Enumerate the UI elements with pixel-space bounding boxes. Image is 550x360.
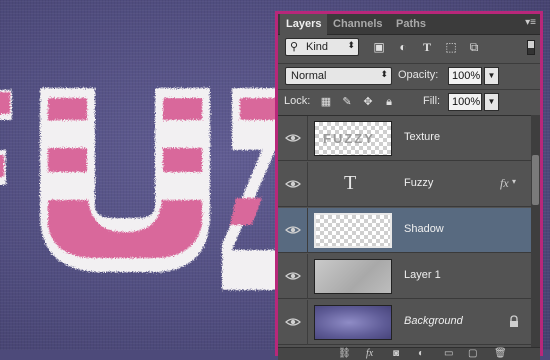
thumbnail-text: FUZZY	[323, 131, 375, 146]
mask-icon[interactable]: ◙	[393, 349, 399, 359]
lock-transparent-icon[interactable]: ▦	[320, 96, 332, 108]
layer-thumbnail[interactable]	[314, 259, 392, 294]
layer-row-fuzzy[interactable]: T Fuzzy fx ▾	[278, 162, 531, 207]
tab-channels[interactable]: Channels	[327, 14, 389, 34]
smart-object-filter-icon[interactable]: ⧉	[467, 41, 481, 54]
filter-kind-label: Kind	[306, 41, 329, 53]
layer-row-shadow[interactable]: Shadow	[278, 208, 531, 253]
panel-tab-bar: Layers Channels Paths ▾≡	[278, 14, 540, 35]
lock-row: Lock: ▦ ✎ ✥ 🔒︎ Fill: 100% ▼	[278, 89, 540, 114]
fill-dropdown-button[interactable]: ▼	[484, 93, 499, 111]
fill-input[interactable]: 100%	[448, 93, 482, 111]
layer-name[interactable]: Shadow	[404, 223, 444, 235]
divider	[307, 208, 308, 253]
layer-filter-row: ⚲ Kind ⬍ ▣ ◐ T ⬚ ⧉	[278, 35, 540, 61]
chevron-updown-icon: ⬍	[347, 40, 355, 50]
panel-menu-icon[interactable]: ▾≡	[525, 17, 536, 28]
adjustment-icon[interactable]: ◐	[418, 349, 424, 359]
layer-list-scrollbar[interactable]	[531, 115, 540, 347]
opacity-input[interactable]: 100%	[448, 67, 482, 85]
shape-filter-icon[interactable]: ⬚	[444, 41, 458, 54]
lock-icon[interactable]	[508, 315, 520, 328]
filter-toggle-switch[interactable]	[527, 40, 535, 55]
lock-image-icon[interactable]: ✎	[341, 96, 353, 108]
type-filter-icon[interactable]: T	[420, 41, 434, 54]
divider	[307, 116, 308, 161]
visibility-eye-icon[interactable]	[285, 222, 301, 238]
scrollbar-thumb[interactable]	[532, 155, 539, 205]
chevron-down-icon[interactable]: ▾	[512, 177, 516, 186]
lock-all-icon[interactable]: 🔒︎	[383, 96, 395, 108]
new-layer-icon[interactable]: ▢	[468, 349, 477, 359]
visibility-eye-icon[interactable]	[285, 130, 301, 146]
visibility-eye-icon[interactable]	[285, 268, 301, 284]
trash-icon[interactable]: 🗑︎	[494, 349, 507, 359]
divider	[307, 300, 308, 345]
fx-icon[interactable]: fx	[366, 349, 373, 359]
visibility-eye-icon[interactable]	[285, 176, 301, 192]
layer-name[interactable]: Background	[404, 315, 463, 327]
layer-list: FUZZY Texture T Fuzzy fx ▾ Shadow Layer …	[278, 115, 531, 348]
visibility-eye-icon[interactable]	[285, 314, 301, 330]
chevron-updown-icon: ⬍	[380, 69, 388, 79]
layer-name[interactable]: Layer 1	[404, 269, 441, 281]
lock-position-icon[interactable]: ✥	[362, 96, 374, 108]
tab-paths[interactable]: Paths	[390, 14, 432, 34]
blend-row: Normal ⬍ Opacity: 100% ▼	[278, 63, 540, 88]
link-layers-icon[interactable]: ⛓	[338, 349, 351, 359]
divider	[307, 254, 308, 299]
layer-row-texture[interactable]: FUZZY Texture	[278, 116, 531, 161]
divider	[307, 162, 308, 207]
blend-mode-value: Normal	[291, 70, 327, 82]
layer-thumbnail[interactable]	[314, 305, 392, 340]
fill-label: Fill:	[423, 95, 441, 107]
opacity-dropdown-button[interactable]: ▼	[484, 67, 499, 85]
layer-thumbnail[interactable]	[314, 213, 392, 248]
type-layer-icon[interactable]: T	[344, 172, 356, 195]
layer-name[interactable]: Texture	[404, 131, 440, 143]
panel-bottom-toolbar: ⛓ fx ◙ ◐ ▭ ▢ 🗑︎	[278, 347, 540, 360]
group-icon[interactable]: ▭	[444, 349, 453, 359]
layer-effects-icon[interactable]: fx	[500, 176, 509, 191]
adjustment-filter-icon[interactable]: ◐	[396, 41, 410, 54]
layer-row-background[interactable]: Background	[278, 300, 531, 345]
layer-thumbnail[interactable]: FUZZY	[314, 121, 392, 156]
image-filter-icon[interactable]: ▣	[372, 41, 386, 54]
layer-row-layer-1[interactable]: Layer 1	[278, 254, 531, 299]
lock-label: Lock:	[284, 95, 311, 107]
layer-name[interactable]: Fuzzy	[404, 177, 433, 189]
layers-panel: Layers Channels Paths ▾≡ ⚲ Kind ⬍ ▣ ◐ T …	[275, 11, 543, 360]
tab-layers[interactable]: Layers	[280, 14, 328, 35]
blend-mode-select[interactable]: Normal ⬍	[285, 67, 392, 85]
opacity-label: Opacity:	[398, 69, 439, 81]
search-icon: ⚲	[290, 41, 299, 53]
filter-kind-select[interactable]: ⚲ Kind ⬍	[285, 38, 359, 56]
